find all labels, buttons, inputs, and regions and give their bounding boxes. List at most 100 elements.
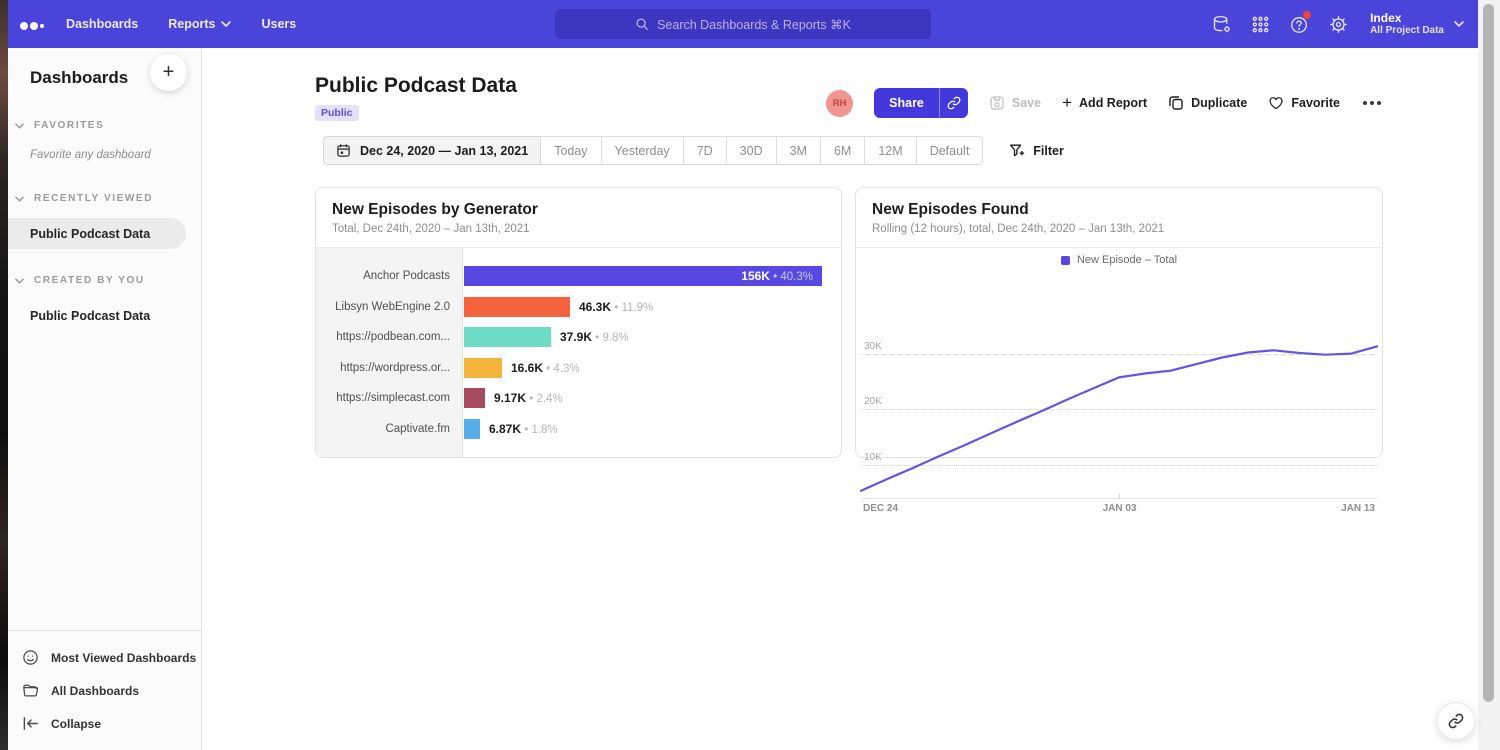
- date-presets: TodayYesterday7D30D3M6M12MDefault: [541, 136, 983, 165]
- bar-chart-title: New Episodes by Generator: [332, 201, 825, 219]
- bar-row: https://podbean.com...37.9K • 9.8%: [316, 322, 841, 353]
- search-input[interactable]: Search Dashboards & Reports ⌘K: [555, 9, 931, 39]
- top-nav: Dashboards Reports Users Search Dashboards…: [8, 0, 1478, 48]
- filter-button[interactable]: Filter: [1009, 136, 1064, 165]
- bar-row: Libsyn WebEngine 2.046.3K • 11.9%: [316, 292, 841, 323]
- sidebar-footer: Most Viewed DashboardsAll DashboardsColl…: [8, 630, 201, 750]
- preset-today[interactable]: Today: [541, 136, 601, 165]
- bar: [464, 419, 480, 439]
- workspace-switcher[interactable]: Index All Project Data: [1370, 11, 1464, 37]
- favorite-button[interactable]: Favorite: [1268, 95, 1340, 111]
- chevron-down-icon: [1454, 21, 1464, 27]
- chevron-down-icon: [15, 123, 24, 129]
- avatar[interactable]: RH: [826, 90, 853, 117]
- collapse-icon: [22, 715, 39, 732]
- bar-category-label: https://wordpress.or...: [316, 362, 464, 374]
- preset-12m[interactable]: 12M: [865, 136, 916, 165]
- preset-yesterday[interactable]: Yesterday: [602, 136, 684, 165]
- bar-value-label: 156K • 40.3%: [741, 269, 822, 283]
- share-link-button[interactable]: [939, 88, 968, 118]
- sidebar-footer-all-dashboards[interactable]: All Dashboards: [8, 674, 201, 707]
- scrollbar: [1478, 0, 1500, 750]
- floating-link-button[interactable]: [1437, 702, 1475, 740]
- chevron-down-icon: [15, 196, 24, 202]
- background-edge: [0, 0, 8, 750]
- preset-default[interactable]: Default: [917, 136, 984, 165]
- settings-gear-icon[interactable]: [1327, 13, 1349, 35]
- nav-item-reports[interactable]: Reports: [168, 17, 231, 31]
- more-options-icon[interactable]: [1361, 101, 1383, 105]
- x-tick-label: JAN 03: [1103, 503, 1137, 514]
- date-range-value: Dec 24, 2020 — Jan 13, 2021: [360, 144, 528, 158]
- help-icon[interactable]: [1288, 13, 1310, 35]
- bar-value-label: 9.17K • 2.4%: [494, 391, 563, 405]
- folder-icon: [22, 682, 39, 699]
- bar: [464, 327, 551, 347]
- bar-row: Captivate.fm6.87K • 1.8%: [316, 414, 841, 445]
- public-badge: Public: [315, 105, 359, 121]
- sidebar-sections: FAVORITESFavorite any dashboard RECENTLY …: [8, 108, 201, 331]
- line-series: [861, 332, 1377, 498]
- smiley-icon: [22, 649, 39, 666]
- nav-item-users[interactable]: Users: [261, 17, 296, 31]
- bar: [464, 388, 485, 408]
- nav-right: Index All Project Data: [1210, 0, 1464, 48]
- search-icon: [635, 17, 649, 31]
- line-chart-card: New Episodes Found Rolling (12 hours), t…: [855, 187, 1383, 458]
- preset-6m[interactable]: 6M: [821, 136, 865, 165]
- share-button[interactable]: Share: [874, 88, 939, 118]
- bar: 156K • 40.3%: [464, 266, 822, 286]
- date-toolbar: Dec 24, 2020 — Jan 13, 2021 TodayYesterd…: [323, 136, 1064, 165]
- sidebar-item[interactable]: Public Podcast Data: [8, 218, 186, 249]
- sidebar-footer-collapse[interactable]: Collapse: [8, 707, 201, 740]
- heart-icon: [1268, 95, 1284, 111]
- scrollbar-thumb[interactable]: [1483, 4, 1494, 702]
- add-dashboard-button[interactable]: +: [150, 54, 187, 91]
- bar-value-label: 6.87K • 1.8%: [489, 422, 558, 436]
- chart-legend[interactable]: New Episode – Total: [856, 248, 1382, 272]
- preset-30d[interactable]: 30D: [727, 136, 777, 165]
- workspace-name: Index: [1370, 11, 1444, 25]
- sidebar-section-header[interactable]: FAVORITES: [8, 108, 201, 141]
- sidebar-item[interactable]: Public Podcast Data: [8, 300, 186, 331]
- link-icon: [1448, 713, 1464, 729]
- notification-badge: [1303, 11, 1311, 19]
- bar-category-label: Libsyn WebEngine 2.0: [316, 301, 464, 313]
- date-range-picker[interactable]: Dec 24, 2020 — Jan 13, 2021: [323, 136, 541, 165]
- bar-category-label: Anchor Podcasts: [316, 270, 464, 282]
- add-report-button[interactable]: + Add Report: [1062, 95, 1147, 111]
- app-logo-icon[interactable]: [20, 17, 50, 31]
- share-split-button: Share: [874, 88, 968, 118]
- x-axis-tick: [1119, 494, 1120, 499]
- x-tick-label: JAN 13: [1341, 503, 1375, 514]
- sidebar-section-header[interactable]: RECENTLY VIEWED: [8, 181, 201, 214]
- preset-7d[interactable]: 7D: [684, 136, 727, 165]
- sidebar-footer-most-viewed-dashboards[interactable]: Most Viewed Dashboards: [8, 641, 201, 674]
- bar-row: https://simplecast.com9.17K • 2.4%: [316, 383, 841, 414]
- plus-icon: +: [1062, 95, 1072, 111]
- sidebar-section-header[interactable]: CREATED BY YOU: [8, 263, 201, 296]
- duplicate-icon: [1168, 95, 1184, 111]
- duplicate-button[interactable]: Duplicate: [1168, 95, 1247, 111]
- nav-item-dashboards[interactable]: Dashboards: [66, 17, 138, 31]
- sidebar: Dashboards + FAVORITESFavorite any dashb…: [8, 48, 202, 750]
- header-actions: RH Share Save + Add Report Duplicate Fav…: [826, 88, 1383, 118]
- filter-icon: [1009, 143, 1025, 158]
- line-chart-title: New Episodes Found: [872, 201, 1366, 219]
- page-title: Public Podcast Data: [315, 74, 517, 98]
- preset-3m[interactable]: 3M: [777, 136, 821, 165]
- bar-chart-card: New Episodes by Generator Total, Dec 24t…: [315, 187, 842, 458]
- chevron-down-icon: [15, 278, 24, 284]
- x-axis: DEC 24JAN 03JAN 13: [861, 498, 1377, 514]
- line-plot-area: 30K20K10K: [861, 332, 1377, 498]
- sidebar-empty-hint: Favorite any dashboard: [8, 141, 201, 167]
- bar-row: Anchor Podcasts 156K • 40.3%: [316, 261, 841, 292]
- search-placeholder: Search Dashboards & Reports ⌘K: [657, 17, 851, 32]
- save-icon: [989, 95, 1005, 111]
- save-button[interactable]: Save: [989, 95, 1041, 111]
- bar-chart-subtitle: Total, Dec 24th, 2020 – Jan 13th, 2021: [332, 223, 825, 235]
- data-sources-icon[interactable]: [1210, 13, 1232, 35]
- workspace-scope: All Project Data: [1370, 25, 1444, 37]
- bar: [464, 358, 502, 378]
- apps-grid-icon[interactable]: [1249, 13, 1271, 35]
